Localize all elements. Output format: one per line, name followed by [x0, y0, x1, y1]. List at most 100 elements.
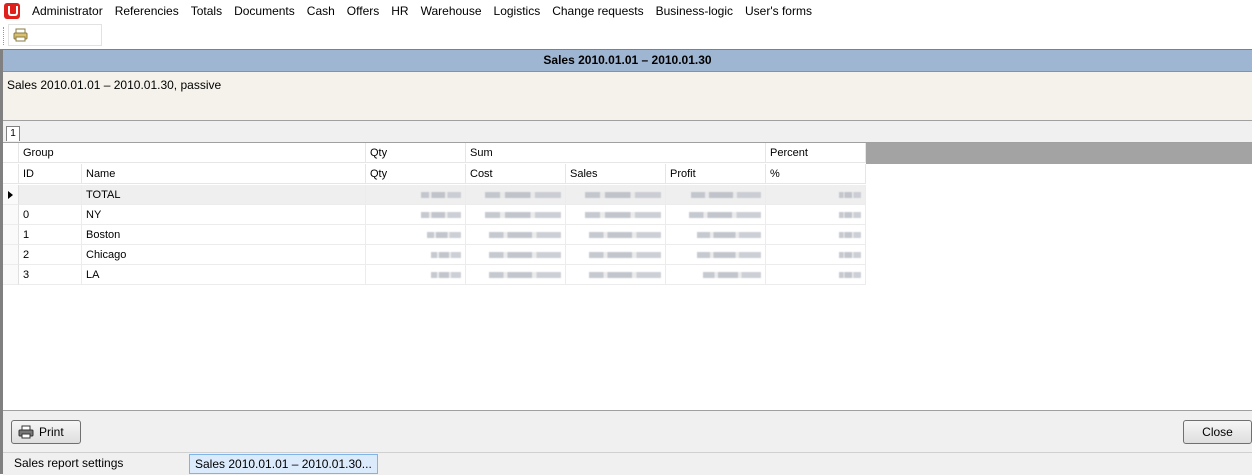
- row-selector[interactable]: [3, 225, 19, 245]
- column-profit[interactable]: Profit: [666, 164, 766, 184]
- menu-documents[interactable]: Documents: [228, 0, 301, 22]
- header-group-qty[interactable]: Qty: [366, 143, 466, 163]
- redacted-value: [589, 272, 661, 278]
- menu-administrator[interactable]: Administrator: [26, 0, 109, 22]
- menu-cash[interactable]: Cash: [301, 0, 341, 22]
- redacted-value: [697, 252, 761, 258]
- menu-referencies[interactable]: Referencies: [109, 0, 185, 22]
- toolbar: [0, 22, 1252, 49]
- row-ny-id[interactable]: 0: [19, 205, 82, 225]
- menu-change-requests[interactable]: Change requests: [546, 0, 649, 22]
- header-percent[interactable]: Percent: [766, 143, 866, 163]
- row-chicago-name[interactable]: Chicago: [82, 245, 366, 265]
- menu-warehouse[interactable]: Warehouse: [415, 0, 488, 22]
- menu-totals[interactable]: Totals: [185, 0, 228, 22]
- row-ny-name[interactable]: NY: [82, 205, 366, 225]
- row-ny-qty[interactable]: [366, 205, 466, 225]
- redacted-value: [839, 232, 861, 238]
- column-id[interactable]: ID: [19, 164, 82, 184]
- window-title: Sales 2010.01.01 – 2010.01.30: [3, 50, 1252, 72]
- report-grid[interactable]: Group Qty Sum Percent ID Name Qty Cost S…: [3, 142, 1252, 411]
- row-boston-cost[interactable]: [466, 225, 566, 245]
- redacted-value: [489, 252, 561, 258]
- grid-empty-header-area: [866, 143, 1252, 164]
- row-boston-name[interactable]: Boston: [82, 225, 366, 245]
- menu-hr[interactable]: HR: [385, 0, 414, 22]
- redacted-value: [585, 192, 661, 198]
- row-total-cost[interactable]: [466, 185, 566, 205]
- redacted-value: [421, 192, 461, 198]
- row-selector[interactable]: [3, 245, 19, 265]
- redacted-value: [585, 212, 661, 218]
- row-la-name[interactable]: LA: [82, 265, 366, 285]
- redacted-value: [427, 232, 461, 238]
- row-la-sales[interactable]: [566, 265, 666, 285]
- print-button-label: Print: [39, 425, 64, 439]
- row-boston-percent[interactable]: [766, 225, 866, 245]
- redacted-value: [485, 212, 561, 218]
- row-total-percent[interactable]: [766, 185, 866, 205]
- row-boston-profit[interactable]: [666, 225, 766, 245]
- status-sales-report-settings[interactable]: Sales report settings: [14, 453, 123, 474]
- row-chicago-id[interactable]: 2: [19, 245, 82, 265]
- report-description: Sales 2010.01.01 – 2010.01.30, passive: [7, 78, 222, 92]
- app-logo-icon[interactable]: [4, 3, 20, 19]
- row-total-id[interactable]: [19, 185, 82, 205]
- menu-business-logic[interactable]: Business-logic: [650, 0, 739, 22]
- close-button[interactable]: Close: [1183, 420, 1252, 444]
- row-selector[interactable]: [3, 265, 19, 285]
- toolbar-grip[interactable]: [3, 27, 6, 45]
- row-boston-sales[interactable]: [566, 225, 666, 245]
- row-chicago-percent[interactable]: [766, 245, 866, 265]
- column-percent[interactable]: %: [766, 164, 866, 184]
- row-chicago-sales[interactable]: [566, 245, 666, 265]
- row-la-profit[interactable]: [666, 265, 766, 285]
- row-total-profit[interactable]: [666, 185, 766, 205]
- row-ny-profit[interactable]: [666, 205, 766, 225]
- redacted-value: [589, 252, 661, 258]
- header-corner: [3, 143, 19, 163]
- redacted-value: [489, 272, 561, 278]
- row-la-percent[interactable]: [766, 265, 866, 285]
- redacted-value: [431, 252, 461, 258]
- row-selector[interactable]: [3, 185, 19, 205]
- row-total-qty[interactable]: [366, 185, 466, 205]
- redacted-value: [691, 192, 761, 198]
- row-la-id[interactable]: 3: [19, 265, 82, 285]
- row-la-cost[interactable]: [466, 265, 566, 285]
- row-total-name[interactable]: TOTAL: [82, 185, 366, 205]
- column-name[interactable]: Name: [82, 164, 366, 184]
- column-cost[interactable]: Cost: [466, 164, 566, 184]
- redacted-value: [485, 192, 561, 198]
- redacted-value: [431, 272, 461, 278]
- row-la-qty[interactable]: [366, 265, 466, 285]
- header-group[interactable]: Group: [19, 143, 366, 163]
- row-boston-qty[interactable]: [366, 225, 466, 245]
- menu-logistics[interactable]: Logistics: [488, 0, 547, 22]
- row-total-sales[interactable]: [566, 185, 666, 205]
- column-qty[interactable]: Qty: [366, 164, 466, 184]
- row-chicago-qty[interactable]: [366, 245, 466, 265]
- status-active-window-tab[interactable]: Sales 2010.01.01 – 2010.01.30...: [189, 454, 378, 474]
- row-boston-id[interactable]: 1: [19, 225, 82, 245]
- page-tab-1[interactable]: 1: [6, 126, 20, 141]
- row-ny-sales[interactable]: [566, 205, 666, 225]
- menu-users-forms[interactable]: User's forms: [739, 0, 818, 22]
- row-ny-cost[interactable]: [466, 205, 566, 225]
- row-ny-percent[interactable]: [766, 205, 866, 225]
- print-button[interactable]: Print: [11, 420, 81, 444]
- redacted-value: [489, 232, 561, 238]
- menu-offers[interactable]: Offers: [341, 0, 385, 22]
- row-chicago-cost[interactable]: [466, 245, 566, 265]
- printer-icon: [13, 28, 28, 42]
- column-sales[interactable]: Sales: [566, 164, 666, 184]
- header-sum[interactable]: Sum: [466, 143, 766, 163]
- row-chicago-profit[interactable]: [666, 245, 766, 265]
- redacted-value: [697, 232, 761, 238]
- row-selector[interactable]: [3, 205, 19, 225]
- redacted-value: [839, 192, 861, 198]
- header-corner-2: [3, 164, 19, 184]
- bottom-divider: [3, 410, 1252, 411]
- status-bar: Sales report settings Sales 2010.01.01 –…: [3, 452, 1252, 475]
- toolbar-print-button[interactable]: [8, 24, 102, 46]
